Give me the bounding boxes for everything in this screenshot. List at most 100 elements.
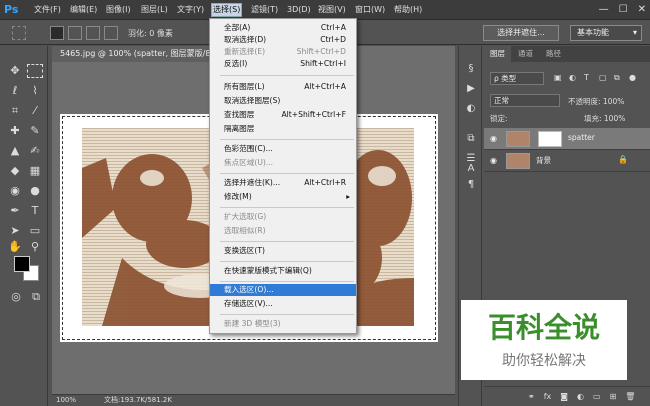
menu-item-similar[interactable]: 选取相似(R) xyxy=(210,225,356,237)
paragraph-panel-icon[interactable]: ¶ xyxy=(464,178,478,192)
move-tool-icon[interactable]: ✥ xyxy=(7,64,23,78)
layer-mask-thumbnail[interactable] xyxy=(538,131,562,147)
menu-item-reselect[interactable]: 重新选择(E) Shift+Ctrl+D xyxy=(210,46,356,58)
menu-item-save-selection[interactable]: 存储选区(V)... xyxy=(210,298,356,310)
feather-field[interactable]: 羽化: 0 像素 xyxy=(128,28,173,39)
maximize-icon[interactable]: ☐ xyxy=(619,3,628,17)
select-and-mask-button[interactable]: 选择并遮住... xyxy=(483,25,559,41)
menu-3d[interactable]: 3D(D) xyxy=(287,4,311,16)
menu-item-quick-mask[interactable]: 在快速蒙版模式下编辑(Q) xyxy=(210,265,356,277)
layer-row-background[interactable]: ◉ 背景 🔒 xyxy=(484,150,650,172)
menu-item-deselect-layers[interactable]: 取消选择图层(S) xyxy=(210,95,356,107)
menu-item-color-range[interactable]: 色彩范围(C)... xyxy=(210,143,356,155)
filter-toggle-icon[interactable]: ● xyxy=(629,72,637,84)
blur-tool-icon[interactable]: ◉ xyxy=(7,184,23,198)
eyedropper-tool-icon[interactable]: ⁄ xyxy=(27,104,43,118)
menu-item-load-selection[interactable]: 载入选区(O)... xyxy=(210,284,356,296)
stamp-tool-icon[interactable]: ▲ xyxy=(7,144,23,158)
document-tab[interactable]: 5465.jpg @ 100% (spatter, 图层蒙版/8) * xyxy=(52,46,220,62)
actions-panel-icon[interactable]: ▶ xyxy=(464,82,478,96)
history-brush-tool-icon[interactable]: ✍ xyxy=(27,144,43,158)
menu-layer[interactable]: 图层(L) xyxy=(141,4,168,16)
new-layer-icon[interactable]: ⊞ xyxy=(610,392,617,401)
menu-item-deselect[interactable]: 取消选择(D) Ctrl+D xyxy=(210,34,356,46)
pixel-filter-icon[interactable]: ▣ xyxy=(554,72,562,84)
crop-tool-icon[interactable]: ⌗ xyxy=(7,104,23,118)
pen-tool-icon[interactable]: ✒ xyxy=(7,204,23,218)
trash-icon[interactable]: 🗑 xyxy=(625,392,635,401)
menu-edit[interactable]: 编辑(E) xyxy=(70,4,97,16)
intersect-selection-icon[interactable] xyxy=(104,26,118,40)
shape-filter-icon[interactable]: ▢ xyxy=(599,72,607,84)
menu-item-all[interactable]: 全部(A) Ctrl+A xyxy=(210,22,356,34)
screen-mode-icon[interactable]: ⧉ xyxy=(28,290,44,304)
zoom-tool-icon[interactable]: ⚲ xyxy=(27,240,43,254)
add-mask-icon[interactable]: ◙ xyxy=(560,392,568,401)
tab-channels[interactable]: 通道 xyxy=(512,46,539,62)
close-icon[interactable]: ✕ xyxy=(638,3,646,17)
menu-item-grow[interactable]: 扩大选取(G) xyxy=(210,211,356,223)
menu-item-isolate-layers[interactable]: 隔离图层 xyxy=(210,123,356,135)
eraser-tool-icon[interactable]: ◆ xyxy=(7,164,23,178)
type-filter-icon[interactable]: T xyxy=(584,72,592,84)
menu-image[interactable]: 图像(I) xyxy=(106,4,131,16)
link-layers-icon[interactable]: ⚭ xyxy=(528,392,535,401)
opacity-field[interactable]: 不透明度: 100% xyxy=(568,96,624,107)
marquee-tool-icon[interactable] xyxy=(27,64,43,78)
shortcut: Shift+Ctrl+I xyxy=(300,59,346,68)
shape-tool-icon[interactable]: ▭ xyxy=(27,224,43,238)
marquee-preset-icon[interactable] xyxy=(12,26,26,40)
menu-item-transform-selection[interactable]: 变换选区(T) xyxy=(210,245,356,257)
menu-item-modify[interactable]: 修改(M) ▸ xyxy=(210,191,356,203)
adjustment-layer-icon[interactable]: ◐ xyxy=(577,392,584,401)
tab-layers[interactable]: 图层 xyxy=(484,46,511,62)
foreground-color-swatch[interactable] xyxy=(14,256,30,272)
menu-item-find-layers[interactable]: 查找图层 Alt+Shift+Ctrl+F xyxy=(210,109,356,121)
dodge-tool-icon[interactable]: ● xyxy=(27,184,43,198)
tab-paths[interactable]: 路径 xyxy=(540,46,567,62)
lock-controls[interactable]: 锁定: xyxy=(490,113,508,124)
eye-icon[interactable]: ◉ xyxy=(490,156,500,166)
blend-mode-select[interactable]: 正常 xyxy=(490,94,560,107)
lasso-tool-icon[interactable]: ℓ xyxy=(7,84,23,98)
menu-item-focus-area[interactable]: 焦点区域(U)... xyxy=(210,157,356,169)
menu-item-all-layers[interactable]: 所有图层(L) Alt+Ctrl+A xyxy=(210,81,356,93)
menu-item-select-and-mask[interactable]: 选择并遮住(K)... Alt+Ctrl+R xyxy=(210,177,356,189)
subtract-selection-icon[interactable] xyxy=(86,26,100,40)
gradient-tool-icon[interactable]: ▦ xyxy=(27,164,43,178)
brush-tool-icon[interactable]: ✎ xyxy=(27,124,43,138)
menu-item-new-3d-model[interactable]: 新建 3D 模型(3) xyxy=(210,318,356,330)
new-selection-icon[interactable] xyxy=(50,26,64,40)
minimize-icon[interactable]: — xyxy=(599,3,609,17)
smart-object-filter-icon[interactable]: ⧉ xyxy=(614,72,622,84)
quick-mask-icon[interactable]: ◎ xyxy=(8,290,24,304)
layer-row-spatter[interactable]: ◉ spatter xyxy=(484,128,650,150)
workspace-select[interactable]: 基本功能 ▾ xyxy=(570,25,642,41)
document-info[interactable]: 文档:193.7K/581.2K xyxy=(104,395,172,406)
zoom-level[interactable]: 100% xyxy=(56,395,76,406)
fill-field[interactable]: 填充: 100% xyxy=(584,113,625,124)
menu-type[interactable]: 文字(Y) xyxy=(177,4,204,16)
healing-tool-icon[interactable]: ✚ xyxy=(7,124,23,138)
menu-select[interactable]: 选择(S) xyxy=(210,3,243,17)
layer-kind-filter[interactable]: ρ 类型 xyxy=(490,72,544,85)
path-select-tool-icon[interactable]: ➤ xyxy=(7,224,23,238)
add-to-selection-icon[interactable] xyxy=(68,26,82,40)
menu-window[interactable]: 窗口(W) xyxy=(355,4,385,16)
new-group-icon[interactable]: ▭ xyxy=(593,392,601,401)
layer-style-icon[interactable]: fx xyxy=(544,392,552,401)
quick-select-tool-icon[interactable]: ⌇ xyxy=(27,84,43,98)
menu-filter[interactable]: 滤镜(T) xyxy=(251,4,278,16)
character-panel-icon[interactable]: A xyxy=(464,162,478,176)
adjustments-panel-icon[interactable]: ◐ xyxy=(464,102,478,116)
history-panel-icon[interactable]: § xyxy=(464,62,478,76)
type-tool-icon[interactable]: T xyxy=(27,204,43,218)
clone-source-panel-icon[interactable]: ⧉ xyxy=(464,132,478,146)
menu-file[interactable]: 文件(F) xyxy=(34,4,61,16)
adjustment-filter-icon[interactable]: ◐ xyxy=(569,72,577,84)
hand-tool-icon[interactable]: ✋ xyxy=(7,240,23,254)
eye-icon[interactable]: ◉ xyxy=(490,134,500,144)
menu-help[interactable]: 帮助(H) xyxy=(394,4,422,16)
menu-item-inverse[interactable]: 反选(I) Shift+Ctrl+I xyxy=(210,58,356,70)
menu-view[interactable]: 视图(V) xyxy=(318,4,346,16)
